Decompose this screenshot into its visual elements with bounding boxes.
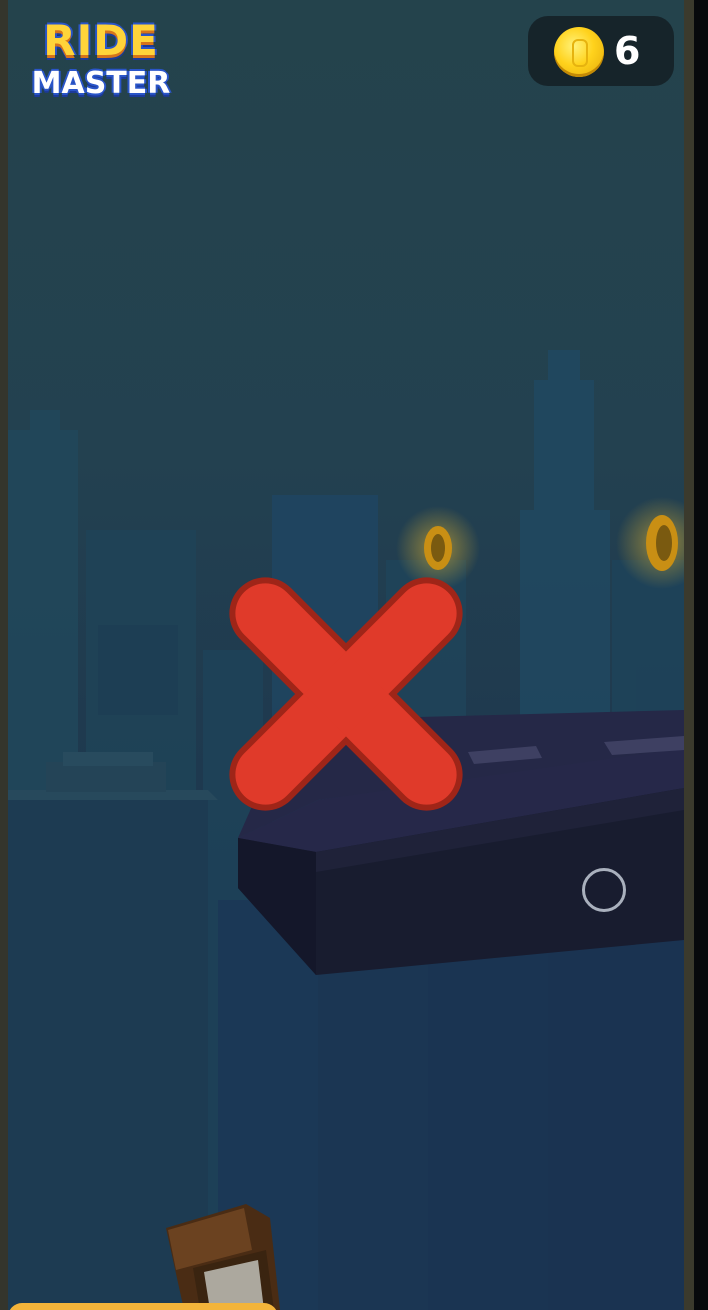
coin-count: 6 [614,29,641,73]
left-border [0,0,8,1310]
logo-master-text: MASTER [31,66,171,101]
game-logo: RIDE MASTER [26,18,176,108]
coin-counter: 6 [528,16,674,86]
screen-edge [694,0,708,1310]
gold-coin-icon [554,27,604,77]
bottom-action-bar[interactable] [8,1303,278,1310]
tap-indicator-ring [582,868,626,912]
right-border [684,0,694,1310]
game-viewport[interactable]: RIDE MASTER 6 [8,0,684,1310]
logo-ride-text: RIDE [43,16,159,65]
red-x-fail-icon [229,577,463,811]
game-screen[interactable]: RIDE MASTER 6 [0,0,708,1310]
